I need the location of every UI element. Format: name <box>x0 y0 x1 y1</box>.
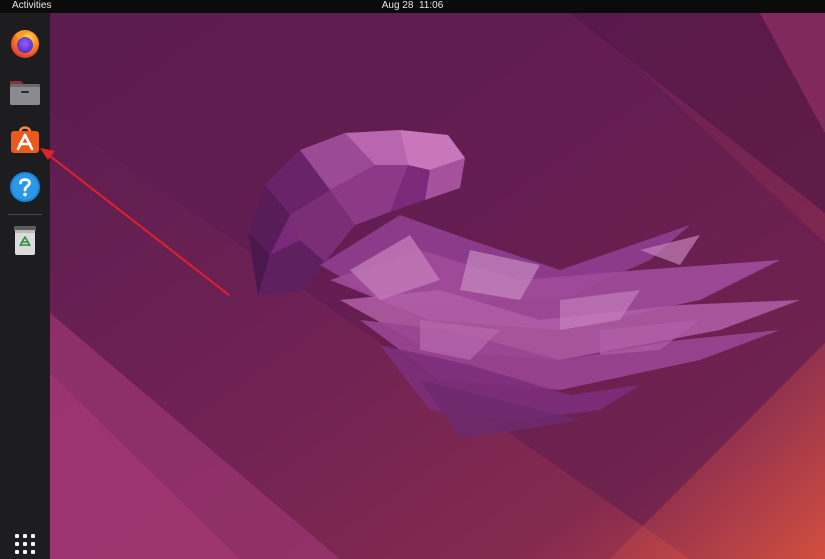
dock-item-trash[interactable] <box>7 222 43 258</box>
files-icon <box>10 81 40 105</box>
firefox-icon <box>11 30 39 58</box>
dock-item-help[interactable] <box>7 169 43 205</box>
ubuntu-software-icon <box>11 126 39 153</box>
top-bar: Activities Aug 28 11:06 <box>0 0 825 13</box>
dock <box>0 13 50 559</box>
desktop-wallpaper <box>50 13 825 559</box>
help-icon <box>10 172 40 202</box>
date-time-clock[interactable]: Aug 28 11:06 <box>382 0 444 11</box>
dock-item-firefox[interactable] <box>7 25 43 61</box>
trash-icon <box>14 226 36 255</box>
dock-item-ubuntu-software[interactable] <box>7 121 43 157</box>
activities-button[interactable]: Activities <box>12 0 51 13</box>
show-apps-grid-icon[interactable] <box>13 532 37 556</box>
dock-item-files[interactable] <box>7 73 43 109</box>
desktop-screen: Activities Aug 28 11:06 <box>0 0 825 559</box>
clock-area: Aug 28 11:06 <box>0 0 825 13</box>
dock-separator <box>8 214 42 215</box>
